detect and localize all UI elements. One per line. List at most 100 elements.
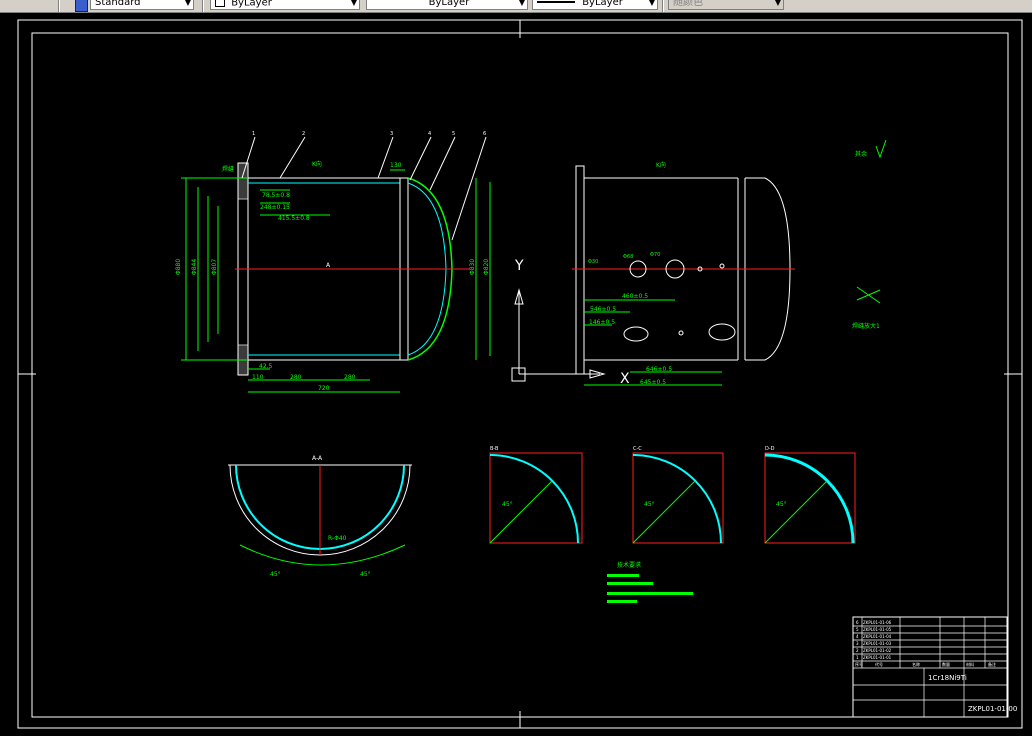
toolbar-separator [58, 0, 60, 12]
chevron-down-icon: ▼ [518, 0, 525, 7]
part-no: 6 [856, 620, 859, 625]
angle-text: 45° [644, 501, 655, 508]
part-no: 3 [856, 641, 859, 646]
properties-toolbar: Standard ▼ ByLayer ▼ ByLayer ▼ ByLayer ▼… [0, 0, 1032, 13]
drawing-canvas[interactable]: 78.5±0.8 248±0.15 415.5±0.8 130 42.5 110… [0, 13, 1032, 736]
dim-text: 42.5 [259, 363, 273, 370]
part-no: 2 [856, 648, 859, 653]
title-block: ZKPL01-01-06 ZKPL01-01-05 ZKPL01-01-04 Z… [852, 616, 1017, 718]
side-view: 460±0.5 546±0.5 146±0.5 646±0.5 645±0.5 … [511, 161, 795, 387]
detail-label: 焊缝放大1 [852, 322, 880, 330]
section-label: A [326, 262, 331, 269]
color-swatch-icon [215, 0, 225, 7]
angle-text: 45° [776, 501, 787, 508]
part-no: 4 [856, 634, 859, 639]
dim-text: 645±0.5 [640, 379, 666, 386]
part-no: 1 [856, 655, 859, 660]
color-value: ByLayer [231, 0, 272, 9]
toolbar-separator [662, 0, 664, 12]
hole-label: Φ70 [650, 252, 660, 258]
dim-text: Φ820 [483, 259, 490, 275]
dim-text: 460±0.5 [622, 293, 648, 300]
chevron-down-icon: ▼ [350, 0, 357, 7]
section-d: D-D 45° [764, 446, 856, 544]
dim-text: 646±0.5 [646, 366, 672, 373]
tech-notes-title: 技术要求 [617, 561, 641, 569]
toolbar-separator [202, 0, 204, 12]
dim-text: 280 [344, 374, 356, 381]
dim-text: 130 [390, 162, 402, 169]
angle-text: 45° [270, 571, 281, 578]
balloon-number: 6 [483, 131, 486, 137]
balloon-number: 4 [428, 131, 431, 137]
color-dropdown[interactable]: ByLayer ▼ [210, 0, 360, 10]
dim-text: 110 [252, 374, 264, 381]
section-label: D-D [765, 446, 775, 452]
front-view: 78.5±0.8 248±0.15 415.5±0.8 130 42.5 110… [175, 131, 491, 393]
chevron-down-icon: ▼ [184, 0, 191, 7]
linetype-value: ByLayer [428, 0, 470, 8]
k-label: K向 [312, 160, 322, 168]
angle-text: 45° [360, 571, 371, 578]
angle-text: 45° [502, 501, 513, 508]
dim-text: Φ880 [175, 259, 182, 275]
axis-x-label: X [620, 371, 630, 387]
balloon-number: 5 [452, 131, 455, 137]
section-b: B-B 45° [489, 446, 583, 544]
text-style-icon[interactable] [75, 0, 88, 12]
part-no: 5 [856, 627, 859, 632]
hole-label: Φ30 [588, 259, 598, 265]
header-cell: 序号 [855, 661, 863, 667]
axis-y-label: Y [514, 258, 524, 274]
material-text: 1Cr18Ni9Ti [928, 674, 967, 682]
dim-text: Φ844 [191, 259, 198, 275]
header-cell: 代号 [875, 661, 883, 667]
section-c: C-C 45° [632, 446, 724, 544]
dim-text: 248±0.15 [260, 204, 290, 211]
part-code: ZKPL01-01-01 [863, 655, 892, 660]
part-code: ZKPL01-01-03 [863, 641, 892, 646]
header-cell: 名称 [912, 661, 920, 667]
dim-text: 78.5±0.8 [262, 192, 290, 199]
dim-text: 146±0.5 [589, 319, 615, 326]
dim-text: R-Φ40 [328, 535, 347, 542]
header-cell: 备注 [988, 661, 996, 667]
dim-text: 720 [318, 385, 330, 392]
header-cell: 数量 [942, 661, 950, 667]
dim-text: Φ830 [469, 259, 476, 275]
lineweight-dropdown[interactable]: ByLayer ▼ [532, 0, 658, 10]
line-sample-icon [537, 1, 575, 3]
detail-view: 其余 焊缝放大1 [852, 139, 887, 330]
section-a: A-A R-Φ40 45° 45° [228, 455, 412, 578]
dim-text: 415.5±0.8 [278, 215, 310, 222]
plot-style-dropdown[interactable]: 随颜色 ▼ [668, 0, 784, 10]
part-code: ZKPL01-01-04 [863, 634, 892, 639]
k-label: K向 [656, 161, 666, 169]
section-label: B-B [490, 446, 499, 452]
hole-label: Φ68 [623, 254, 633, 260]
ucs-icon [511, 288, 606, 382]
balloon-number: 3 [390, 131, 393, 137]
chevron-down-icon: ▼ [648, 0, 655, 7]
part-code: ZKPL01-01-06 [863, 620, 892, 625]
linetype-dropdown[interactable]: ByLayer ▼ [366, 0, 528, 10]
section-label: A-A [312, 455, 323, 462]
section-label: C-C [633, 446, 642, 452]
text-style-value: Standard [95, 0, 141, 8]
chevron-down-icon: ▼ [774, 0, 781, 7]
dim-text: 546±0.5 [590, 306, 616, 313]
roughness-note: 其余 [855, 150, 867, 158]
technical-notes: 技术要求 [607, 561, 693, 603]
header-cell: 材料 [966, 661, 974, 667]
drawing-number: ZKPL01-01-00 [968, 705, 1017, 713]
part-code: ZKPL01-01-02 [863, 648, 892, 653]
dim-text: Φ807 [211, 259, 218, 275]
weld-label: 焊缝 [222, 165, 234, 173]
balloon-number: 2 [302, 131, 305, 137]
balloon-number: 1 [252, 131, 255, 137]
lineweight-value: ByLayer [582, 0, 623, 8]
inner-frame [31, 32, 1009, 718]
plot-style-value: 随颜色 [673, 0, 703, 8]
text-style-dropdown[interactable]: Standard ▼ [90, 0, 194, 10]
part-code: ZKPL01-01-05 [863, 627, 892, 632]
